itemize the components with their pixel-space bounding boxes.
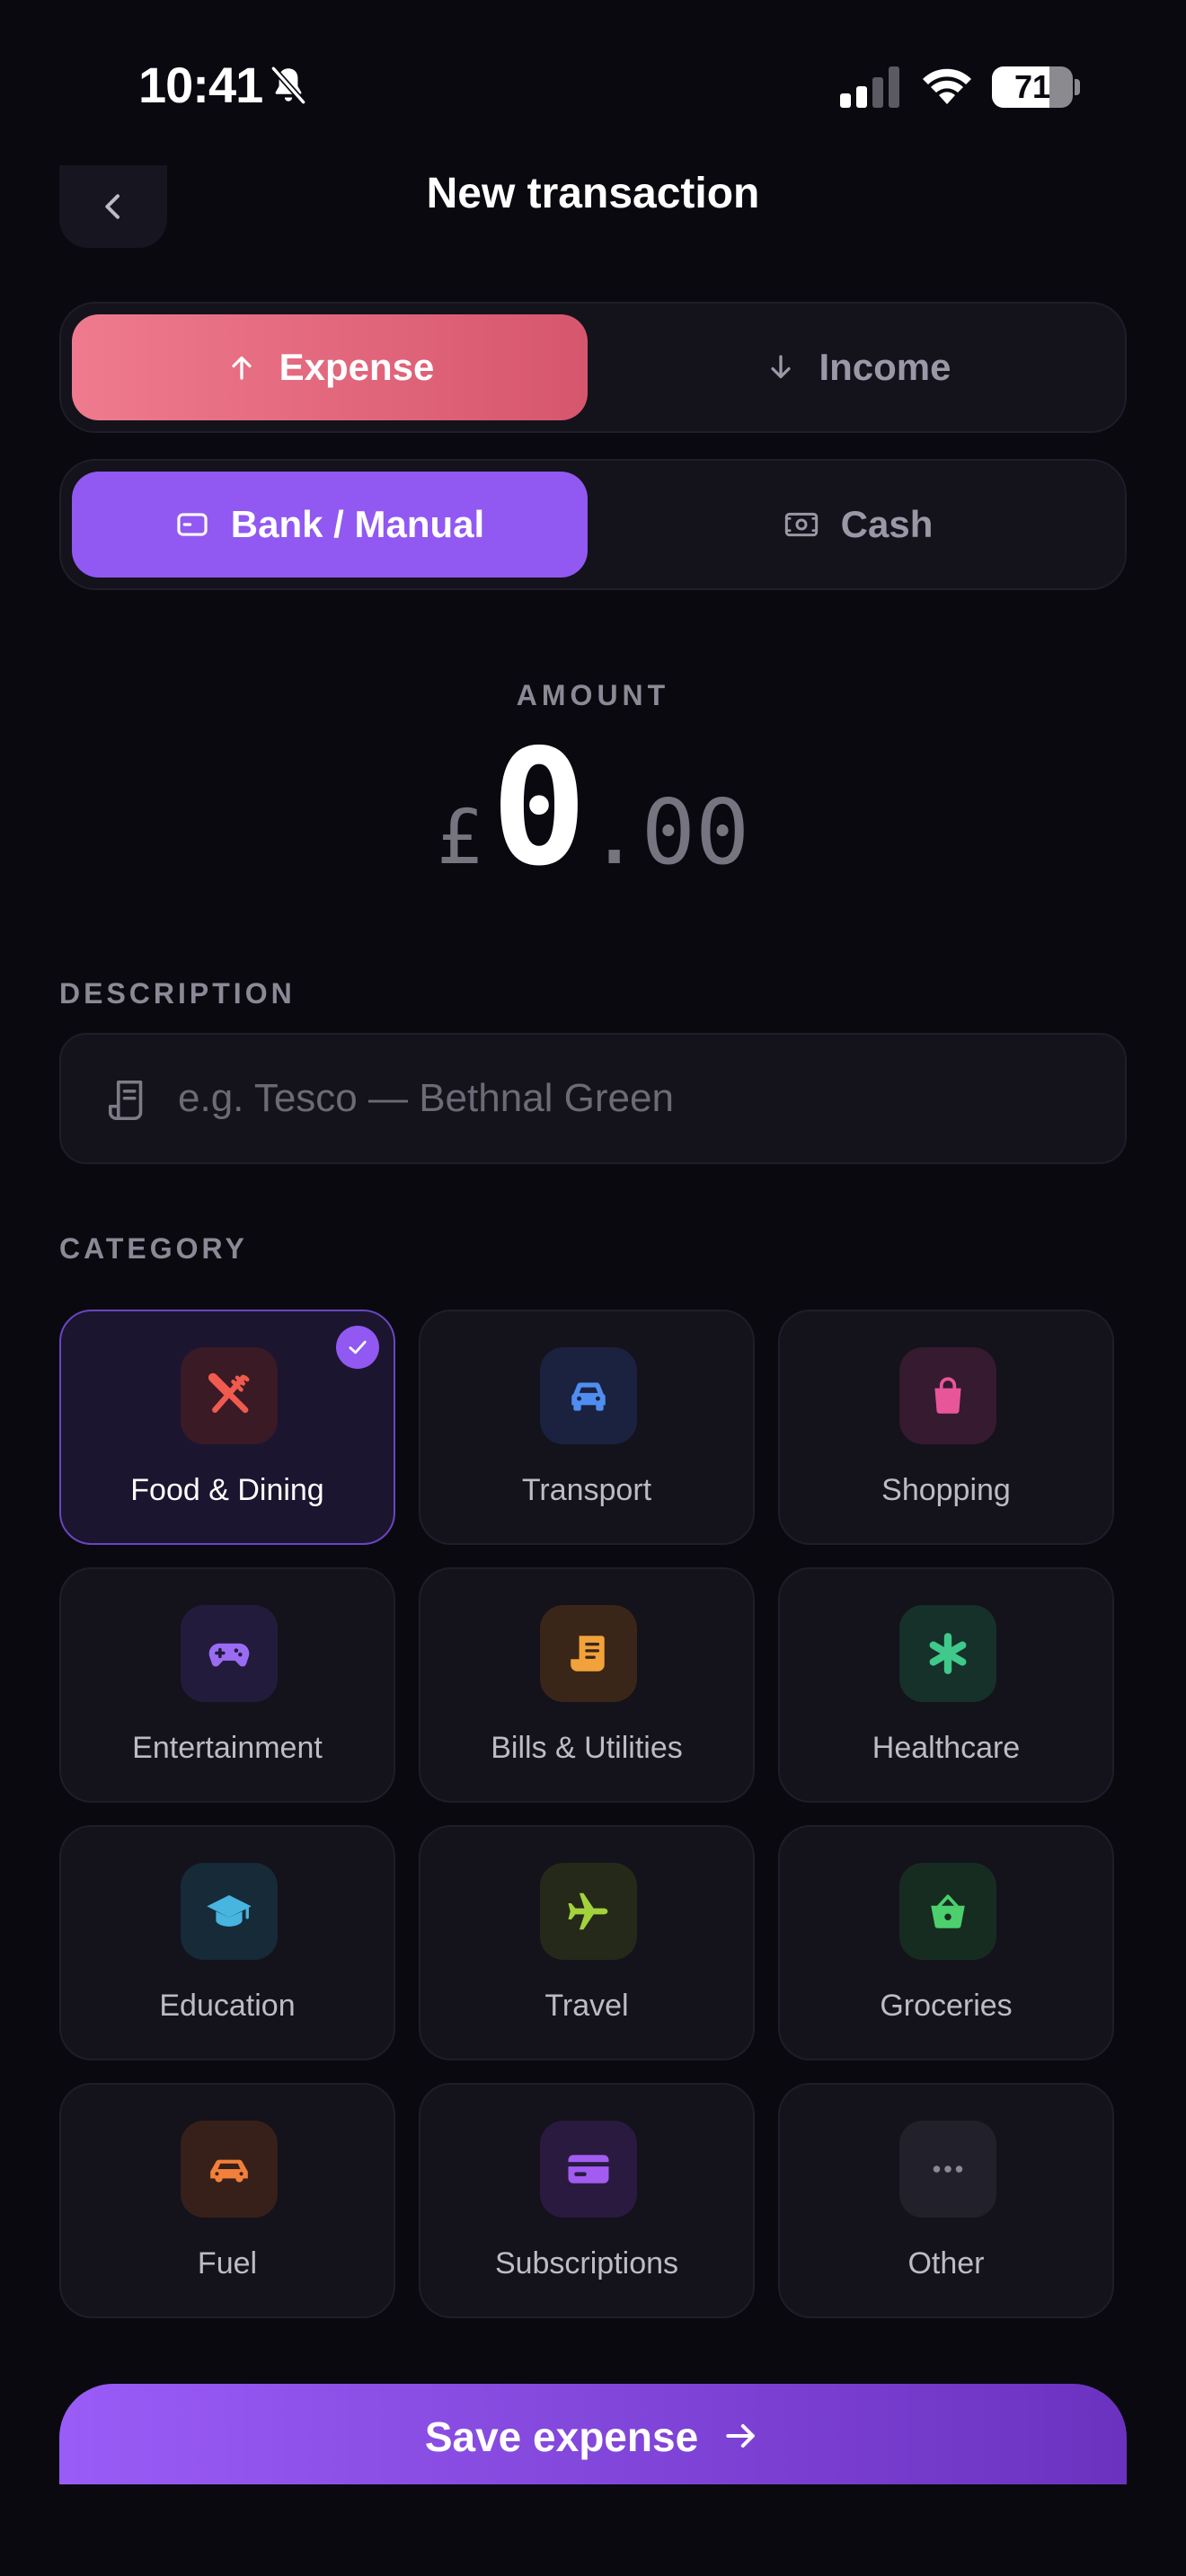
plane-icon bbox=[540, 1863, 637, 1960]
category-bills-utilities[interactable]: Bills & Utilities bbox=[419, 1567, 755, 1803]
basket-icon bbox=[899, 1863, 996, 1960]
battery-percent: 71 bbox=[1013, 68, 1051, 105]
cash-label: Cash bbox=[840, 503, 934, 545]
category-label-text: Entertainment bbox=[132, 1731, 323, 1765]
cellular-signal-icon bbox=[840, 66, 899, 108]
income-label: Income bbox=[819, 346, 951, 388]
bell-slash-icon bbox=[270, 65, 306, 106]
category-label-text: Other bbox=[907, 2246, 985, 2280]
category-food-dining[interactable]: Food & Dining bbox=[59, 1310, 395, 1545]
transaction-type-toggle: Expense Income bbox=[59, 302, 1127, 433]
category-travel[interactable]: Travel bbox=[419, 1825, 755, 2060]
card-icon bbox=[540, 2121, 637, 2218]
shopping-bag-icon bbox=[899, 1347, 996, 1444]
category-fuel[interactable]: Fuel bbox=[59, 2083, 395, 2318]
ellipsis-icon bbox=[899, 2121, 996, 2218]
battery-indicator: 71 bbox=[992, 66, 1073, 108]
description-field[interactable] bbox=[59, 1033, 1127, 1164]
category-groceries[interactable]: Groceries bbox=[778, 1825, 1114, 2060]
save-expense-button[interactable]: Save expense bbox=[59, 2384, 1127, 2484]
category-other[interactable]: Other bbox=[778, 2083, 1114, 2318]
expense-label: Expense bbox=[279, 346, 435, 388]
category-label-text: Travel bbox=[544, 1989, 629, 2023]
category-subscriptions[interactable]: Subscriptions bbox=[419, 2083, 755, 2318]
description-input[interactable] bbox=[178, 1035, 1103, 1162]
category-label-text: Groceries bbox=[880, 1989, 1013, 2023]
selected-check-icon bbox=[336, 1326, 379, 1369]
amount-whole: 0 bbox=[491, 715, 588, 901]
category-label-text: Bills & Utilities bbox=[491, 1731, 683, 1765]
category-label-text: Transport bbox=[521, 1473, 652, 1507]
category-label-text: Education bbox=[159, 1989, 296, 2023]
amount-label: AMOUNT bbox=[516, 679, 670, 711]
card-icon bbox=[175, 507, 209, 542]
category-label-text: Fuel bbox=[197, 2246, 258, 2280]
arrow-right-icon bbox=[726, 2423, 756, 2448]
description-label: DESCRIPTION bbox=[59, 977, 296, 1010]
medical-icon bbox=[899, 1605, 996, 1702]
arrow-down-icon bbox=[765, 351, 797, 384]
category-entertainment[interactable]: Entertainment bbox=[59, 1567, 395, 1803]
category-education[interactable]: Education bbox=[59, 1825, 395, 2060]
battery-tip bbox=[1075, 79, 1080, 95]
receipt-icon bbox=[108, 1080, 143, 1121]
expense-option[interactable]: Expense bbox=[72, 314, 588, 420]
category-healthcare[interactable]: Healthcare bbox=[778, 1567, 1114, 1803]
payment-source-toggle: Bank / Manual Cash bbox=[59, 459, 1127, 590]
arrow-up-icon bbox=[226, 351, 258, 384]
category-label-text: Food & Dining bbox=[130, 1473, 324, 1507]
car-icon bbox=[540, 1347, 637, 1444]
bank-manual-option[interactable]: Bank / Manual bbox=[72, 472, 588, 578]
gamepad-icon bbox=[181, 1605, 278, 1702]
income-option[interactable]: Income bbox=[600, 314, 1116, 420]
bank-manual-label: Bank / Manual bbox=[230, 503, 485, 545]
category-label-text: Subscriptions bbox=[494, 2246, 679, 2280]
utensils-icon bbox=[181, 1347, 278, 1444]
status-time: 10:41 bbox=[138, 57, 263, 113]
category-label: CATEGORY bbox=[59, 1232, 248, 1265]
page-title: New transaction bbox=[426, 170, 760, 217]
category-label-text: Shopping bbox=[881, 1473, 1011, 1507]
wifi-icon bbox=[923, 68, 971, 104]
car-icon bbox=[181, 2121, 278, 2218]
cash-option[interactable]: Cash bbox=[600, 472, 1116, 578]
banknote-icon bbox=[783, 507, 819, 543]
graduation-cap-icon bbox=[181, 1863, 278, 1960]
amount-input[interactable]: £ 0 .00 bbox=[0, 715, 1186, 901]
category-transport[interactable]: Transport bbox=[419, 1310, 755, 1545]
bill-icon bbox=[540, 1605, 637, 1702]
category-shopping[interactable]: Shopping bbox=[778, 1310, 1114, 1545]
save-button-label: Save expense bbox=[424, 2413, 699, 2460]
amount-currency: £ bbox=[436, 793, 482, 881]
category-label-text: Healthcare bbox=[872, 1731, 1021, 1765]
new-transaction-screen: 10:41 71 New transaction Expense Income … bbox=[0, 0, 1186, 2576]
amount-fraction: .00 bbox=[587, 780, 750, 885]
